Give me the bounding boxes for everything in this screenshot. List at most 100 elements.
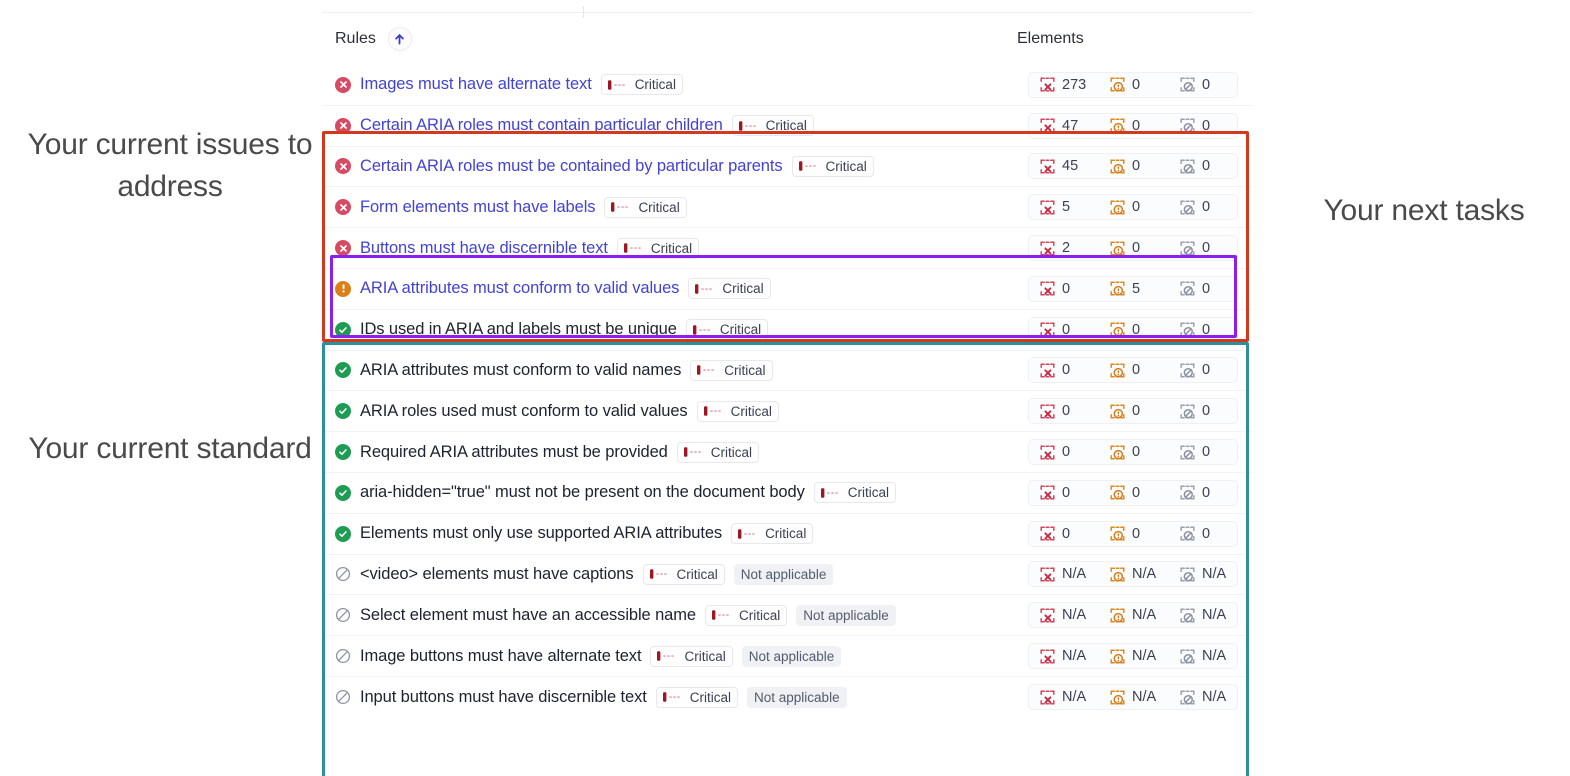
elements-cell: N/A N/A N/A	[1028, 561, 1252, 587]
table-row[interactable]: Elements must only use supported ARIA at…	[322, 514, 1252, 555]
severity-badge-label: Critical	[826, 159, 867, 174]
rule-title-link[interactable]: Form elements must have labels	[360, 198, 595, 217]
elements-cell: 27300	[1028, 72, 1252, 98]
rule-cell: Required ARIA attributes must be provide…	[335, 442, 1017, 463]
violations-icon	[1039, 280, 1056, 297]
check-circle-icon	[335, 444, 351, 460]
violations-count: 0	[1062, 322, 1070, 338]
rule-title: Image buttons must have alternate text	[360, 647, 641, 666]
table-row[interactable]: Certain ARIA roles must contain particul…	[322, 106, 1252, 147]
not-applicable-badge: Not applicable	[734, 564, 834, 585]
metric-inapplicable: N/A	[1179, 566, 1226, 583]
severity-badge-label: Critical	[677, 567, 718, 582]
table-row[interactable]: Certain ARIA roles must be contained by …	[322, 147, 1252, 188]
table-row[interactable]: Input buttons must have discernible text…	[322, 677, 1252, 718]
rule-title-link[interactable]: Images must have alternate text	[360, 75, 592, 94]
incomplete-count: N/A	[1132, 566, 1156, 582]
elements-cell: 000	[1028, 357, 1252, 383]
rule-title: ARIA roles used must conform to valid va…	[360, 402, 688, 421]
severity-badge: Critical	[601, 74, 683, 95]
violations-count: N/A	[1062, 607, 1086, 623]
element-counts-pill: 500	[1028, 194, 1238, 220]
rule-cell: Buttons must have discernible text Critic…	[335, 238, 1017, 259]
metric-inapplicable: 0	[1179, 403, 1210, 420]
rule-cell: ARIA attributes must conform to valid va…	[335, 278, 1017, 299]
metric-inapplicable: N/A	[1179, 689, 1226, 706]
annotation-current-issues: Your current issues to address	[22, 124, 318, 208]
table-row[interactable]: Required ARIA attributes must be provide…	[322, 432, 1252, 473]
metric-incomplete: N/A	[1109, 689, 1179, 706]
error-circle-icon	[335, 158, 351, 174]
incomplete-count: 0	[1132, 362, 1140, 378]
rule-title-link[interactable]: Certain ARIA roles must be contained by …	[360, 157, 783, 176]
table-row[interactable]: Form elements must have labels Critical 50…	[322, 187, 1252, 228]
incomplete-icon	[1109, 158, 1126, 175]
incomplete-count: 0	[1132, 240, 1140, 256]
incomplete-icon	[1109, 444, 1126, 461]
element-counts-pill: 27300	[1028, 72, 1238, 98]
screenshot-root: Your current issues to address Your curr…	[0, 0, 1570, 776]
violations-icon	[1039, 117, 1056, 134]
table-row[interactable]: ARIA roles used must conform to valid va…	[322, 391, 1252, 432]
rule-title-link[interactable]: Certain ARIA roles must contain particul…	[360, 116, 723, 135]
element-counts-pill: 000	[1028, 357, 1238, 383]
error-circle-icon	[335, 118, 351, 134]
incomplete-icon	[1109, 689, 1126, 706]
incomplete-icon	[1109, 199, 1126, 216]
violations-count: 0	[1062, 444, 1070, 460]
incomplete-icon	[1109, 362, 1126, 379]
rule-title: ARIA attributes must conform to valid na…	[360, 361, 681, 380]
table-row[interactable]: Select element must have an accessible n…	[322, 595, 1252, 636]
elements-column-header: Elements	[1017, 30, 1084, 48]
severity-badge: Critical	[686, 319, 768, 340]
violations-icon	[1039, 199, 1056, 216]
check-circle-icon	[335, 526, 351, 542]
metric-incomplete: 0	[1109, 117, 1179, 134]
rules-table: Rules Elements Images must have alternat…	[322, 12, 1252, 718]
table-row[interactable]: <video> elements must have captions Criti…	[322, 555, 1252, 596]
inapplicable-count: N/A	[1202, 648, 1226, 664]
elements-cell: 000	[1028, 439, 1252, 465]
incomplete-count: 0	[1132, 158, 1140, 174]
metric-incomplete: 0	[1109, 199, 1179, 216]
table-row[interactable]: aria-hidden="true" must not be present o…	[322, 473, 1252, 514]
inapplicable-icon	[1179, 362, 1196, 379]
metric-violations: 0	[1039, 321, 1109, 338]
table-row[interactable]: ARIA attributes must conform to valid va…	[322, 269, 1252, 310]
violations-count: 0	[1062, 403, 1070, 419]
metric-incomplete: N/A	[1109, 648, 1179, 665]
metric-violations: N/A	[1039, 566, 1109, 583]
table-row[interactable]: Images must have alternate text Critical 2…	[322, 65, 1252, 106]
table-row[interactable]: ARIA attributes must conform to valid na…	[322, 351, 1252, 392]
table-row[interactable]: Image buttons must have alternate textCr…	[322, 636, 1252, 677]
elements-cell: N/AN/AN/A	[1028, 602, 1252, 628]
arrow-up-icon[interactable]	[388, 27, 412, 51]
element-counts-pill: 000	[1028, 398, 1238, 424]
inapplicable-count: N/A	[1202, 566, 1226, 582]
rule-title-link[interactable]: Buttons must have discernible text	[360, 239, 608, 258]
rule-title: IDs used in ARIA and labels must be uniq…	[360, 320, 677, 339]
incomplete-icon	[1109, 648, 1126, 665]
incomplete-icon	[1109, 240, 1126, 257]
inapplicable-icon	[1179, 566, 1196, 583]
metric-violations: N/A	[1039, 648, 1109, 665]
rule-title: <video> elements must have captions	[360, 565, 634, 584]
element-counts-pill: 000	[1028, 317, 1238, 343]
rule-title-link[interactable]: ARIA attributes must conform to valid va…	[360, 279, 679, 298]
violations-count: N/A	[1062, 648, 1086, 664]
rules-table-body: Images must have alternate text Critical 2…	[322, 65, 1252, 718]
incomplete-count: 5	[1132, 281, 1140, 297]
violations-count: 2	[1062, 240, 1070, 256]
check-circle-icon	[335, 403, 351, 419]
not-applicable-badge: Not applicable	[742, 646, 842, 667]
table-row[interactable]: Buttons must have discernible text Critic…	[322, 228, 1252, 269]
rules-header-label: Rules	[335, 30, 376, 48]
severity-badge-label: Critical	[722, 281, 763, 296]
element-counts-pill: 000	[1028, 439, 1238, 465]
severity-badge: Critical	[617, 238, 699, 259]
violations-count: N/A	[1062, 566, 1086, 582]
table-row[interactable]: IDs used in ARIA and labels must be uniq…	[322, 310, 1252, 351]
elements-cell: 000	[1028, 317, 1252, 343]
incomplete-icon	[1109, 607, 1126, 624]
severity-badge: Critical	[604, 197, 686, 218]
